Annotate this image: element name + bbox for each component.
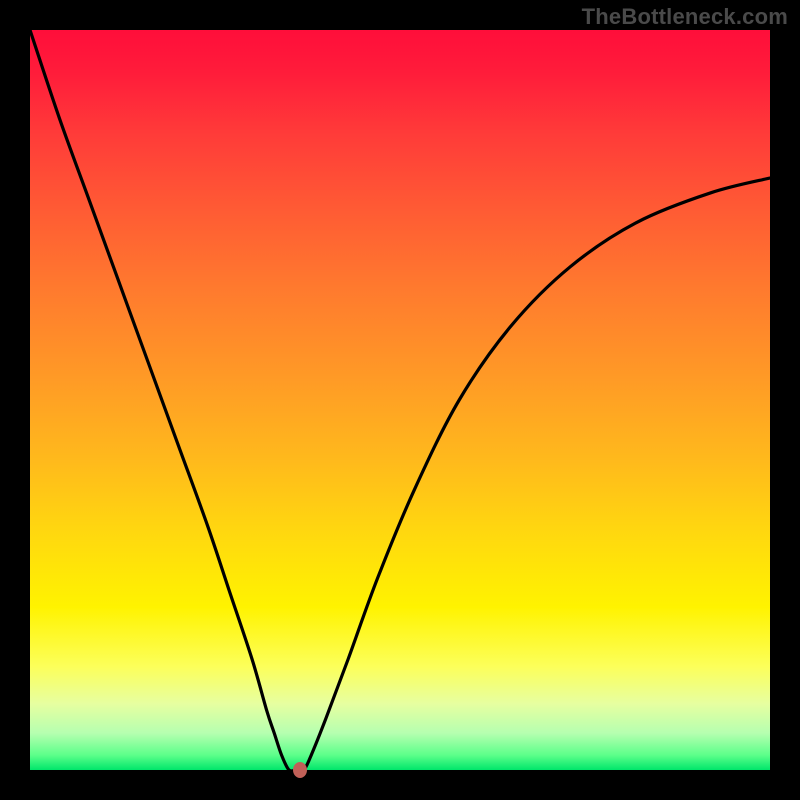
curve-svg xyxy=(30,30,770,770)
chart-frame: TheBottleneck.com xyxy=(0,0,800,800)
bottleneck-curve xyxy=(30,30,770,771)
watermark-text: TheBottleneck.com xyxy=(582,4,788,30)
plot-area xyxy=(30,30,770,770)
min-marker xyxy=(293,762,307,778)
